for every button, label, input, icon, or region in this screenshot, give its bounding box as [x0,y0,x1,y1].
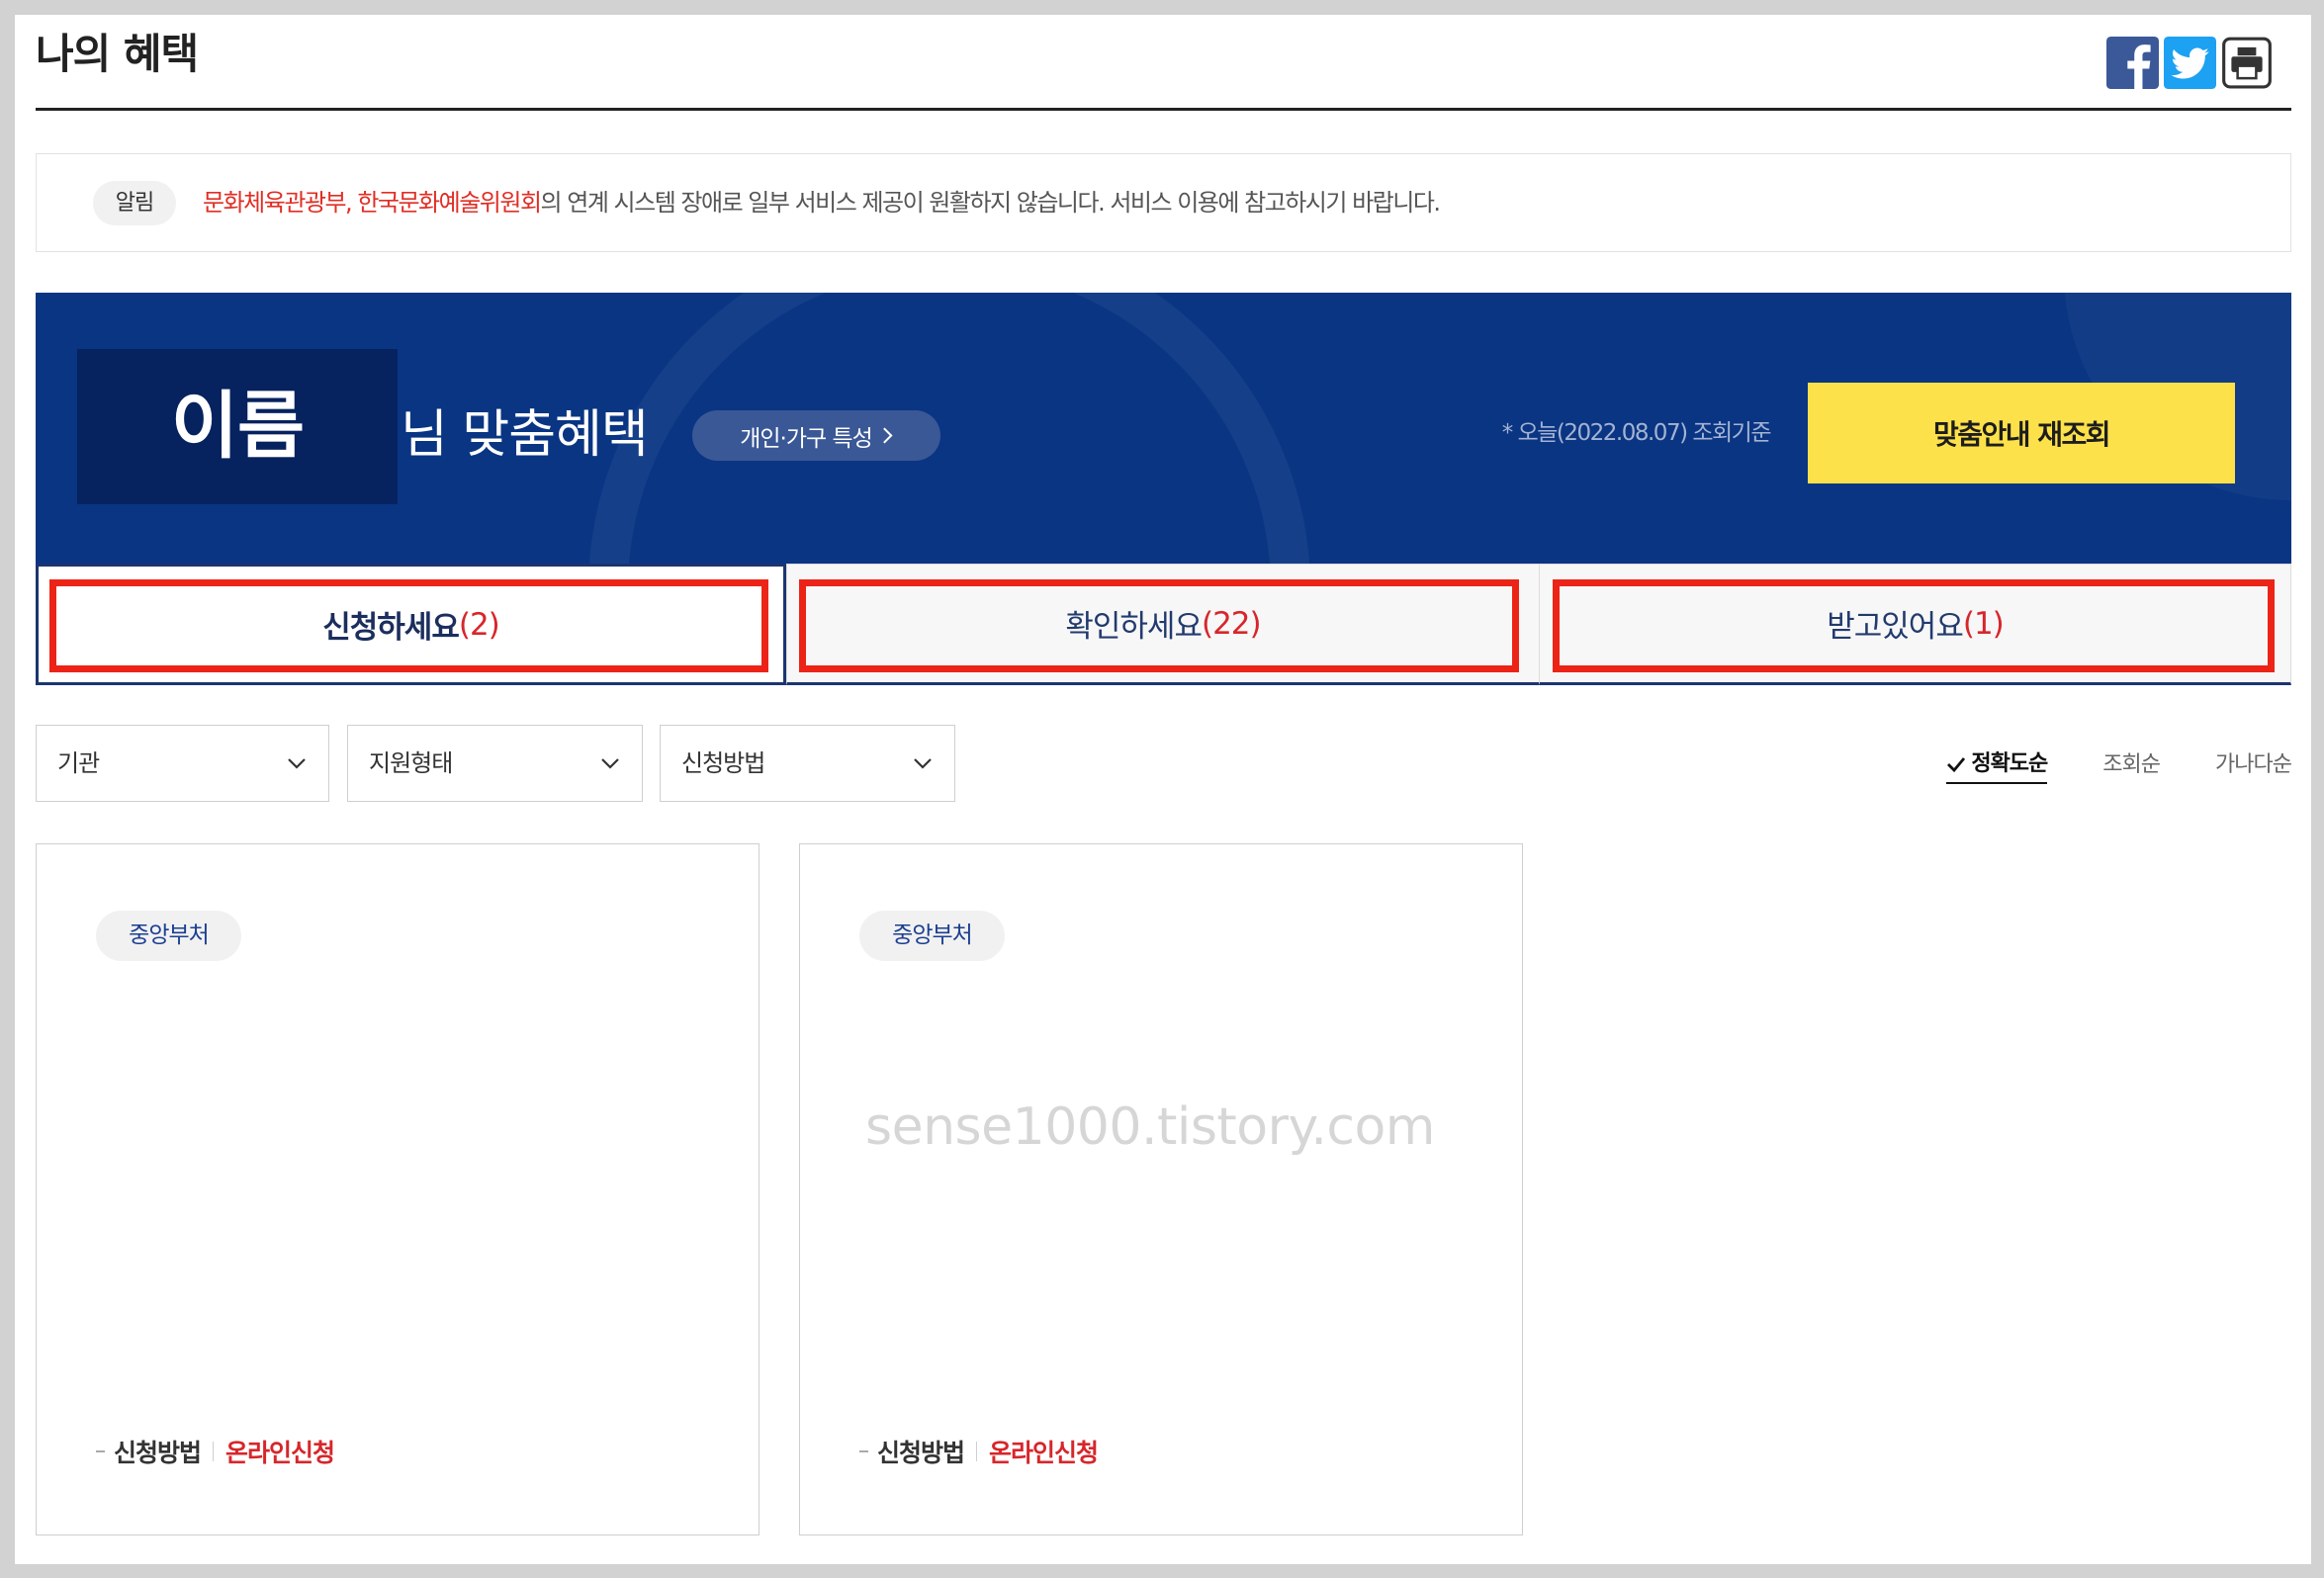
print-icon [2222,37,2272,89]
refresh-guide-button[interactable]: 맞춤안내 재조회 [1808,383,2235,483]
chevron-down-icon [601,758,619,769]
notice-highlight: 문화체육관광부, 한국문화예술위원회 [203,189,542,217]
tab-apply[interactable]: 신청하세요 (2) [36,564,786,685]
filter-support-type-select[interactable]: 지원형태 [347,725,643,802]
sort-label: 가나다순 [2215,752,2292,777]
user-name-box: 이름 [77,349,398,504]
custom-benefit-banner: 이름 님 맞춤혜택 개인·가구 특성 * 오늘(2022.08.07) 조회기준… [36,293,2291,564]
check-icon [1947,757,1966,773]
traits-button-label: 개인·가구 특성 [740,425,873,452]
sort-label: 조회순 [2102,752,2161,777]
benefit-tabs: 신청하세요 (2) 확인하세요 (22) 받고있어요 (1) [36,564,2291,685]
apply-method-row: 신청방법 온라인신청 [859,1434,1099,1469]
sort-alphabetical[interactable]: 가나다순 [2215,746,2292,784]
tab-count: (1) [1962,605,2005,642]
apply-method-label: 신청방법 [877,1439,965,1467]
filter-apply-method-select[interactable]: 신청방법 [660,725,955,802]
facebook-share-button[interactable] [2106,37,2159,89]
tab-label: 받고있어요 [1827,609,1964,645]
twitter-icon [2164,37,2216,89]
divider [213,1442,215,1461]
category-badge: 중앙부처 [859,911,1005,961]
page-frame: 나의 혜택 알림 문화체육관광부, 한국문화예술위원회의 연계 시스템 장애로 … [15,15,2311,1564]
notice-box: 알림 문화체육관광부, 한국문화예술위원회의 연계 시스템 장애로 일부 서비스… [36,153,2291,252]
divider [976,1442,978,1461]
tab-label: 확인하세요 [1065,609,1203,645]
apply-method-value: 온라인신청 [989,1439,1099,1467]
banner-title: 님 맞춤혜택 [401,405,649,465]
notice-badge: 알림 [93,181,176,225]
category-badge: 중앙부처 [96,911,241,961]
benefit-card[interactable]: 중앙부처 신청방법 온라인신청 [36,843,760,1535]
chevron-right-icon [882,427,893,444]
apply-method-row: 신청방법 온라인신청 [96,1434,335,1469]
tab-check[interactable]: 확인하세요 (22) [786,564,1539,685]
tab-count: (2) [458,606,500,643]
title-divider [36,108,2291,111]
filter-label: 지원형태 [369,749,453,777]
filter-label: 기관 [57,749,100,777]
page-title: 나의 혜택 [36,30,199,78]
apply-method-value: 온라인신청 [225,1439,335,1467]
apply-method-label: 신청방법 [114,1439,202,1467]
sort-label: 정확도순 [1971,751,2048,776]
sort-accuracy[interactable]: 정확도순 [1946,746,2048,784]
print-button[interactable] [2222,37,2272,89]
sort-views[interactable]: 조회순 [2102,746,2161,784]
chevron-down-icon [288,758,306,769]
facebook-icon [2106,37,2159,89]
filter-label: 신청방법 [681,749,765,777]
bullet-dash [859,1450,868,1452]
tab-receiving[interactable]: 받고있어요 (1) [1539,564,2291,685]
query-date-note: * 오늘(2022.08.07) 조회기준 [1501,420,1772,446]
notice-text: 문화체육관광부, 한국문화예술위원회의 연계 시스템 장애로 일부 서비스 제공… [203,154,1442,251]
tab-count: (22) [1201,605,1262,642]
tab-label: 신청하세요 [322,610,460,646]
notice-message: 의 연계 시스템 장애로 일부 서비스 제공이 원활하지 않습니다. 서비스 이… [540,189,1442,217]
bullet-dash [96,1450,105,1452]
chevron-down-icon [914,758,932,769]
benefit-card[interactable]: 중앙부처 신청방법 온라인신청 [799,843,1523,1535]
sort-options: 정확도순 조회순 가나다순 [1946,746,2292,784]
filter-agency-select[interactable]: 기관 [36,725,329,802]
twitter-share-button[interactable] [2164,37,2216,89]
household-traits-button[interactable]: 개인·가구 특성 [692,410,940,461]
